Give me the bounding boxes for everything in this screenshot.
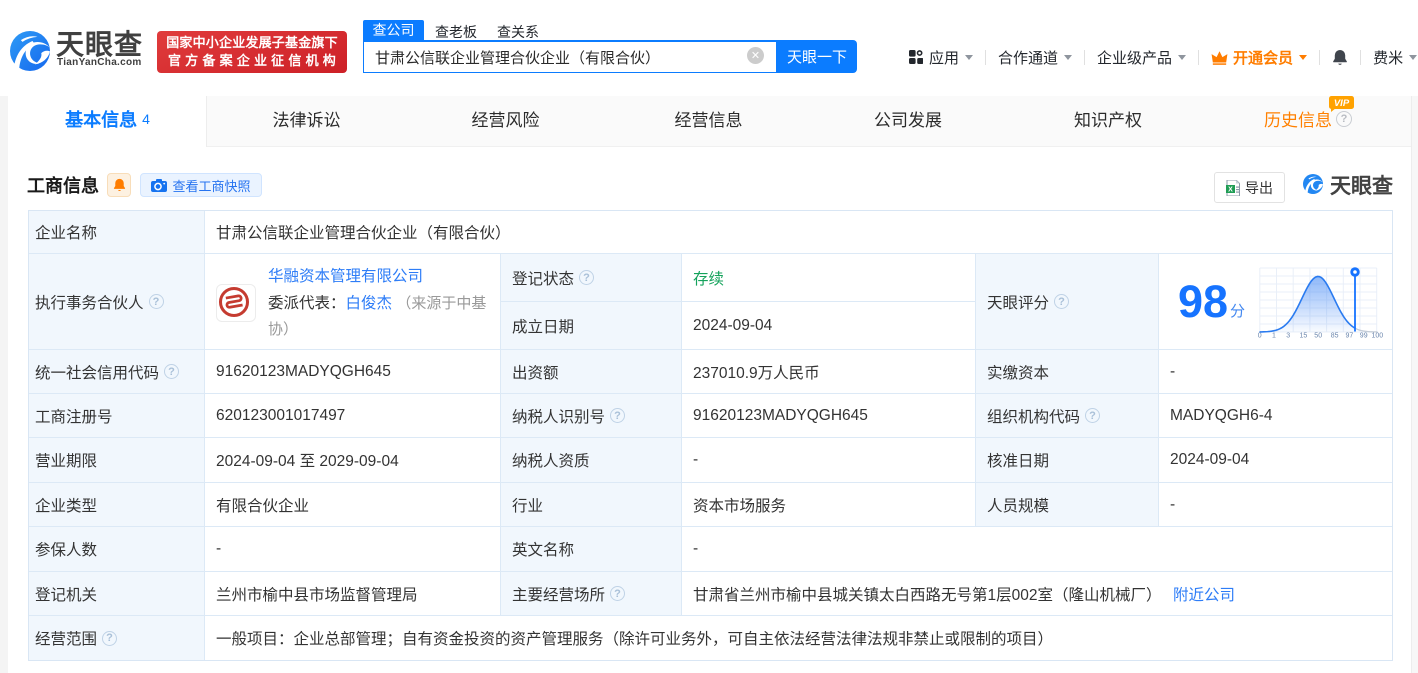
svg-text:0: 0 <box>1258 333 1262 340</box>
svg-text:X: X <box>1228 186 1233 193</box>
svg-text:97: 97 <box>1346 333 1354 340</box>
svg-text:1: 1 <box>1272 333 1276 340</box>
svg-text:99: 99 <box>1360 333 1368 340</box>
svg-text:100: 100 <box>1371 333 1383 340</box>
svg-text:VIP: VIP <box>1334 98 1350 109</box>
svg-text:3: 3 <box>1286 333 1290 340</box>
svg-text:85: 85 <box>1331 333 1339 340</box>
svg-text:15: 15 <box>1300 333 1308 340</box>
svg-text:50: 50 <box>1314 333 1322 340</box>
